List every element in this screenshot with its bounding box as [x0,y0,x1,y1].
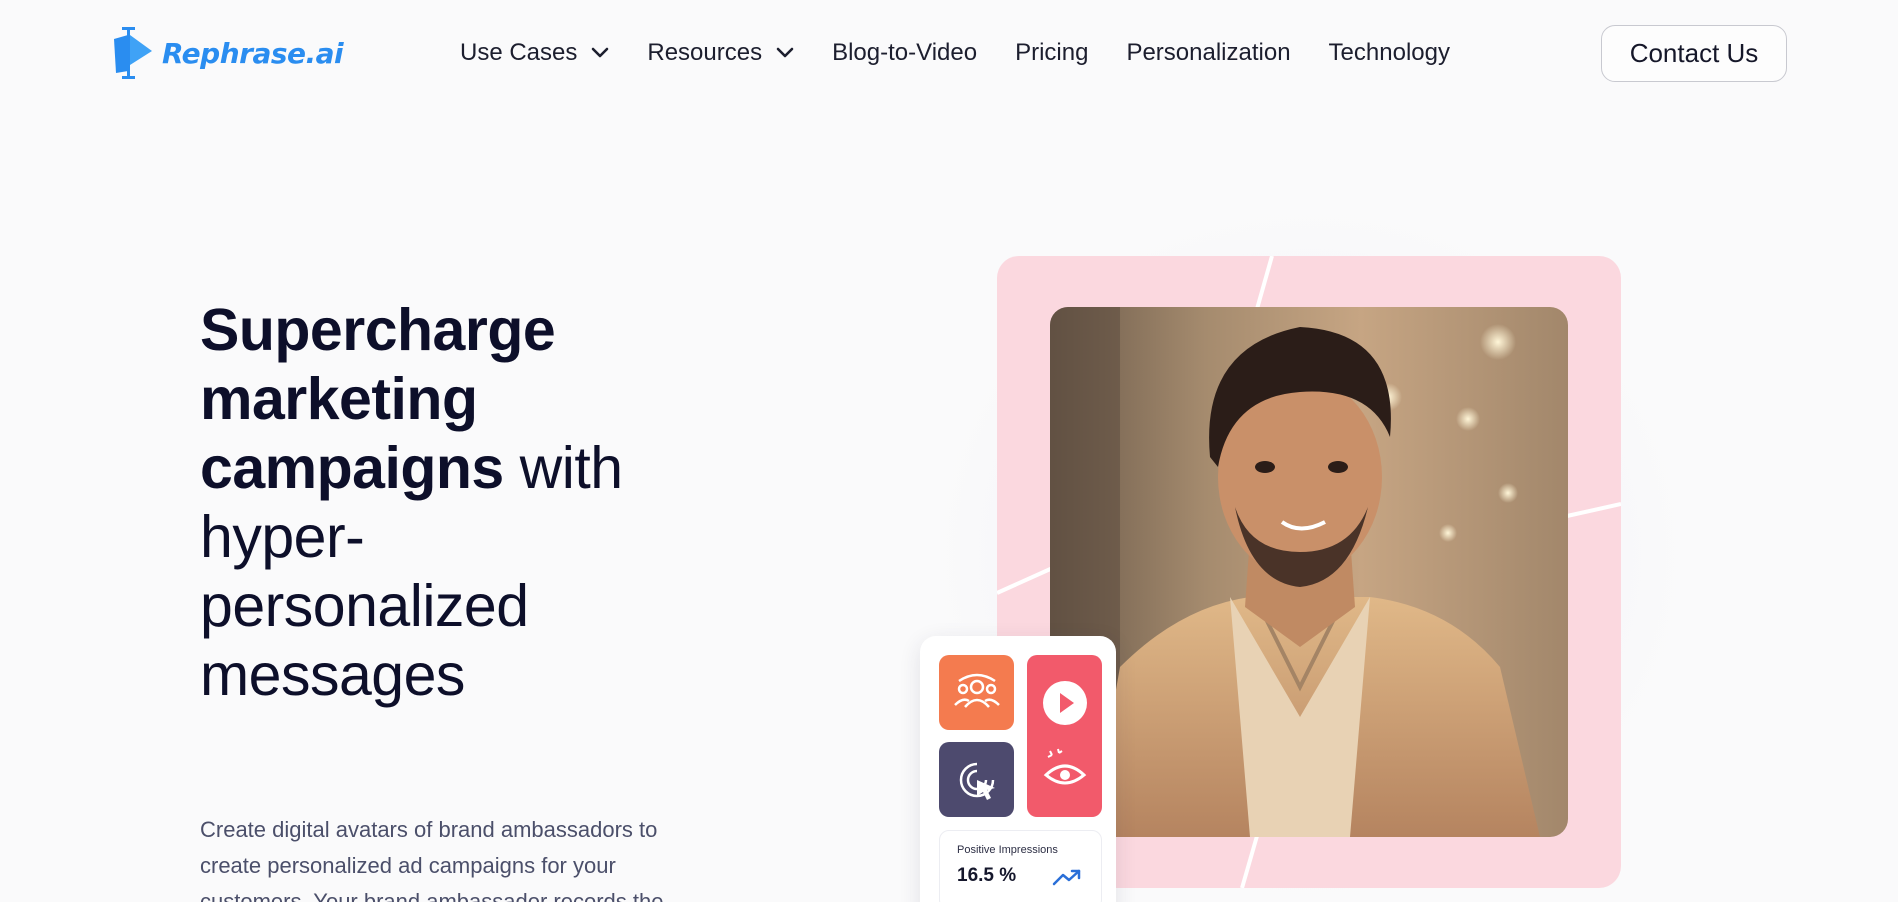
audience-icon [953,673,1000,708]
headline-bold-part: Supercharge [200,297,556,363]
nav-item-label: Personalization [1126,39,1291,66]
hero-subtext: Create digital avatars of brand ambassad… [200,817,664,902]
nav-item-label: Pricing [1015,39,1089,66]
brand-logo[interactable]: Rephrase.ai [110,24,344,82]
chevron-down-icon [592,47,609,58]
engagement-stats-card: Positive Impressions 16.5 % [920,636,1116,902]
navbar: Rephrase.ai Use Cases Resources Blog-to-… [0,0,1898,106]
click-cursor-icon [959,762,995,800]
nav-item-use-cases[interactable]: Use Cases [460,39,609,67]
nav-item-resources[interactable]: Resources [647,39,794,67]
audience-tile [939,655,1014,730]
headline-bold-part: campaigns [200,435,504,501]
impressions-value: 16.5 % [957,865,1017,886]
nav-item-pricing[interactable]: Pricing [1015,39,1088,67]
hero-headline: Supercharge marketing campaigns with hyp… [200,296,720,710]
positive-impressions-stat: Positive Impressions 16.5 % [939,830,1102,902]
headline-light-part: personalized [200,573,529,639]
nav-item-label: Technology [1328,39,1450,66]
headline-bold-part: marketing [200,366,478,432]
main-nav: Use Cases Resources Blog-to-Video Pricin… [460,34,1488,72]
click-tile [939,742,1014,817]
nav-item-label: Resources [647,39,763,66]
nav-item-label: Blog-to-Video [832,39,978,66]
nav-item-label: Use Cases [460,39,578,66]
headline-light-part: messages [200,642,465,708]
trending-up-icon [1052,869,1081,886]
headline-light-part: with [503,435,623,501]
rephrase-logo-icon [114,27,152,79]
impressions-label: Positive Impressions [957,844,1058,856]
nav-item-blog-to-video[interactable]: Blog-to-Video [832,39,977,67]
brand-name: Rephrase.ai [162,36,344,70]
chevron-down-icon [776,47,794,58]
headline-light-part: hyper- [200,504,365,570]
contact-us-button[interactable]: Contact Us [1601,25,1787,82]
portrait-illustration [1050,307,1568,837]
engagement-tile [1027,655,1102,817]
nav-item-personalization[interactable]: Personalization [1126,39,1290,67]
ambassador-photo [1050,307,1568,837]
eye-sparkle-icon [1043,748,1086,784]
play-icon [1042,680,1087,725]
nav-item-technology[interactable]: Technology [1329,39,1450,67]
